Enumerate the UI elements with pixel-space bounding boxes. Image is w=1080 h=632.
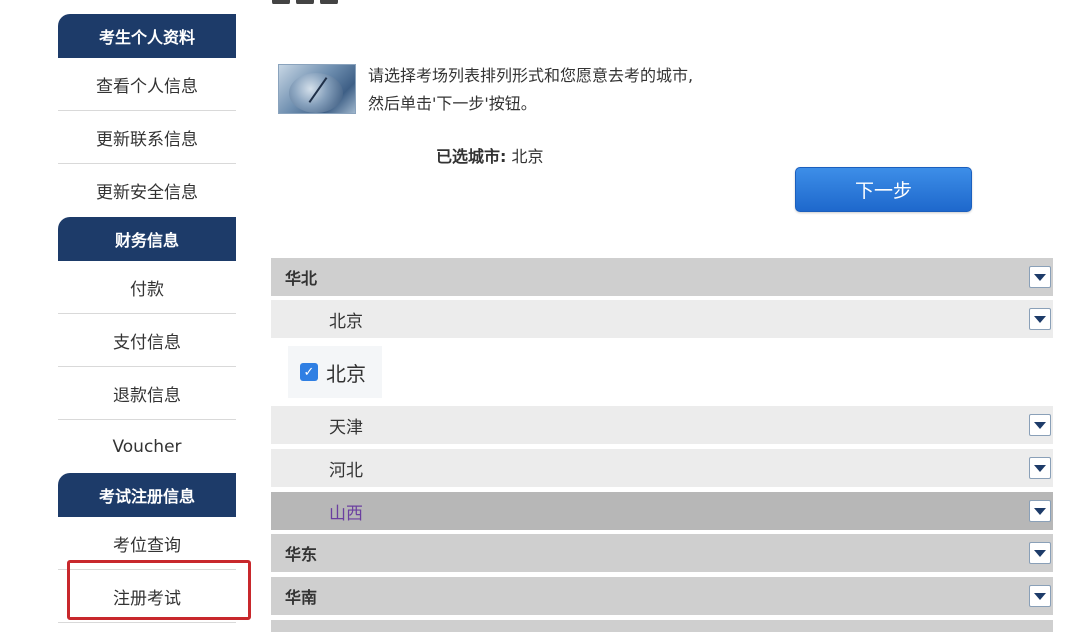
chevron-down-icon[interactable] (1029, 542, 1051, 564)
province-row-hebei[interactable]: 河北 (271, 449, 1053, 487)
region-label: 华南 (285, 588, 318, 607)
chevron-down-icon[interactable] (1029, 266, 1051, 288)
sidebar-header-finance: 财务信息 (58, 217, 236, 261)
next-step-button[interactable]: 下一步 (795, 167, 972, 212)
instructions-line-2: 然后单击'下一步'按钮。 (368, 94, 537, 113)
sidebar-header-profile: 考生个人资料 (58, 14, 236, 58)
sidebar-header-exam-registration: 考试注册信息 (58, 473, 236, 517)
region-row-partial (271, 620, 1053, 632)
chevron-down-icon[interactable] (1029, 308, 1051, 330)
selected-city-value: 北京 (511, 147, 544, 166)
chevron-down-icon[interactable] (1029, 585, 1051, 607)
province-label: 天津 (329, 417, 363, 438)
sidebar-item-refund-info[interactable]: 退款信息 (58, 367, 236, 420)
region-row-huadong[interactable]: 华东 (271, 534, 1053, 572)
chevron-down-icon[interactable] (1029, 414, 1051, 436)
province-row-beijing[interactable]: 北京 (271, 300, 1053, 338)
region-row-huabei[interactable]: 华北 (271, 258, 1053, 296)
chevron-down-icon[interactable] (1029, 500, 1051, 522)
checkmark-icon[interactable]: ✓ (300, 363, 318, 381)
city-label: 北京 (326, 361, 366, 386)
top-partial-heading (272, 0, 362, 4)
city-option-beijing[interactable]: ✓ 北京 (288, 346, 382, 398)
instructions: 请选择考场列表排列形式和您愿意去考的城市, 然后单击'下一步'按钮。 (368, 62, 693, 118)
sidebar-item-view-profile[interactable]: 查看个人信息 (58, 58, 236, 111)
chevron-down-icon[interactable] (1029, 457, 1051, 479)
sidebar-item-voucher[interactable]: Voucher (58, 420, 236, 473)
sidebar-item-update-security[interactable]: 更新安全信息 (58, 164, 236, 217)
province-row-shanxi[interactable]: 山西 (271, 492, 1053, 530)
region-label: 华北 (285, 269, 318, 288)
province-label: 山西 (329, 503, 363, 524)
instructions-line-1: 请选择考场列表排列形式和您愿意去考的城市, (368, 66, 694, 85)
sidebar-item-update-contact[interactable]: 更新联系信息 (58, 111, 236, 164)
province-label: 河北 (329, 460, 363, 481)
sidebar-item-payment-info[interactable]: 支付信息 (58, 314, 236, 367)
region-row-huanan[interactable]: 华南 (271, 577, 1053, 615)
province-row-tianjin[interactable]: 天津 (271, 406, 1053, 444)
selected-city-label: 已选城市: (436, 147, 507, 166)
highlight-annotation (67, 560, 251, 620)
sidebar-item-payment[interactable]: 付款 (58, 261, 236, 314)
province-label: 北京 (329, 311, 363, 332)
globe-image (278, 64, 356, 114)
region-label: 华东 (285, 545, 318, 564)
sidebar: 考生个人资料 查看个人信息 更新联系信息 更新安全信息 财务信息 付款 支付信息… (58, 14, 236, 623)
selected-city: 已选城市: 北京 (436, 143, 544, 167)
